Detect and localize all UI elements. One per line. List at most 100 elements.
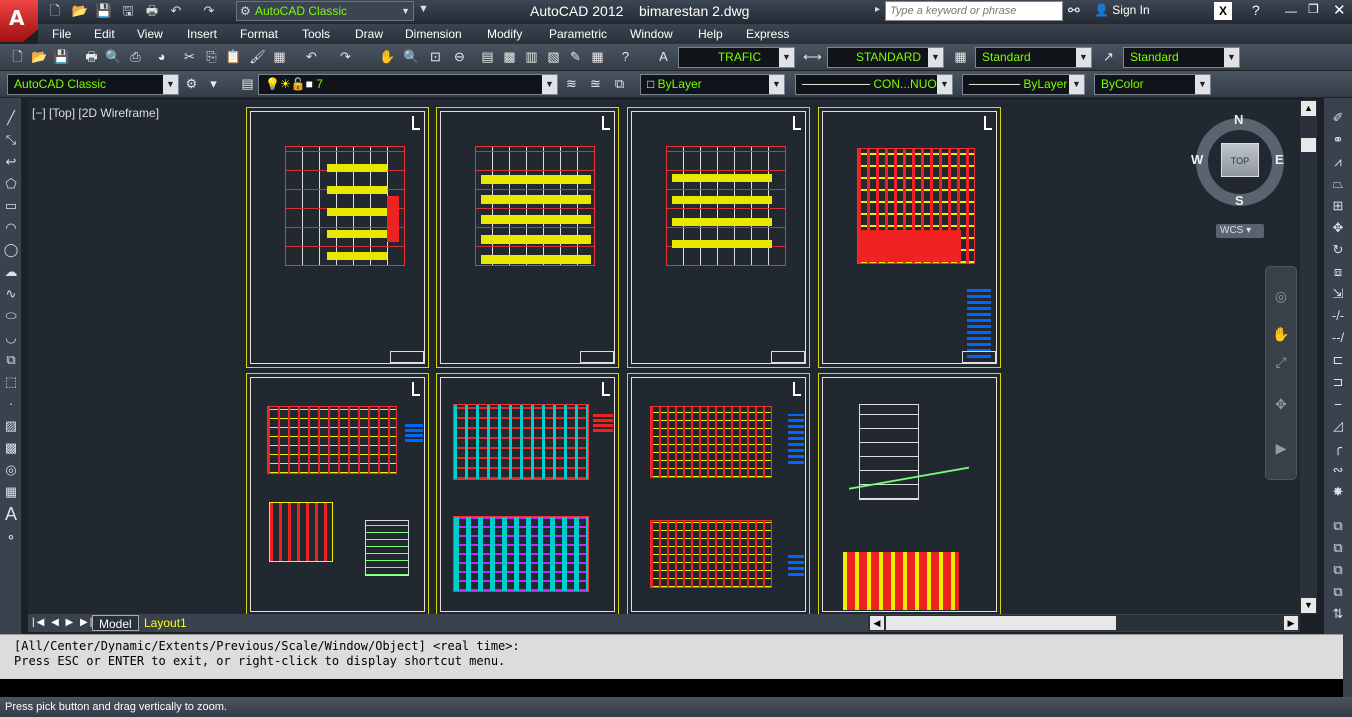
viewport-controls[interactable]: [−] [Top] [2D Wireframe] <box>32 106 159 120</box>
linetype-dropdown[interactable]: ──────── CON...NUOUS ▼ <box>795 74 953 95</box>
compass-south[interactable]: S <box>1235 193 1244 208</box>
sheet-set-icon[interactable]: ▧ <box>544 47 563 66</box>
zoom-previous-icon[interactable]: ⊖ <box>450 47 469 66</box>
new-file-icon[interactable]: 🗋 <box>46 2 64 20</box>
menu-express[interactable]: Express <box>746 27 789 41</box>
erase-icon[interactable]: ✐ <box>1328 108 1348 128</box>
close-button[interactable]: ✕ <box>1333 1 1346 19</box>
chamfer-icon[interactable]: ◿ <box>1328 416 1348 436</box>
gradient-icon[interactable]: ▩ <box>1 438 21 458</box>
offset-icon[interactable]: ⏢ <box>1328 174 1348 194</box>
table-style-dropdown[interactable]: Standard ▼ <box>975 47 1092 68</box>
layer-dropdown[interactable]: 💡☀🔓■ 7 ▼ <box>258 74 558 95</box>
zoom-window-icon[interactable]: ⊡ <box>426 47 445 66</box>
sign-in-link[interactable]: 👤 Sign In <box>1094 3 1150 17</box>
undo-icon[interactable]: ↶ <box>167 2 185 20</box>
table-style-icon[interactable]: ▦ <box>951 47 970 66</box>
draworder-back-icon[interactable]: ⧉ <box>1328 538 1348 558</box>
horizontal-scrollbar[interactable]: ◀ ▶ <box>868 615 1300 631</box>
menu-file[interactable]: File <box>52 27 71 41</box>
viewcube-top-face[interactable]: TOP <box>1221 143 1259 177</box>
plot-icon[interactable]: 🖶 <box>82 47 101 66</box>
text-style-icon[interactable]: A <box>654 47 673 66</box>
stretch-icon[interactable]: ⇲ <box>1328 284 1348 304</box>
break-at-point-icon[interactable]: ⊏ <box>1328 350 1348 370</box>
polygon-icon[interactable]: ⬠ <box>1 174 21 194</box>
ucs-menu[interactable]: WCS ▾ <box>1216 224 1264 238</box>
workspace-settings-icon[interactable]: ⚙ <box>182 74 201 93</box>
arc-icon[interactable]: ◠ <box>1 218 21 238</box>
save-icon[interactable]: 💾 <box>52 47 71 66</box>
zoom-realtime-icon[interactable]: 🔍 <box>402 47 421 66</box>
orbit-icon[interactable]: ✥ <box>1271 396 1291 416</box>
menu-view[interactable]: View <box>137 27 163 41</box>
undo-icon[interactable]: ↶ <box>302 47 321 66</box>
join-icon[interactable]: ⎯ <box>1328 394 1348 414</box>
region-icon[interactable]: ◎ <box>1 460 21 480</box>
construction-line-icon[interactable]: ⤡ <box>1 130 21 150</box>
menu-edit[interactable]: Edit <box>94 27 115 41</box>
save-as-icon[interactable]: 🖫 <box>119 2 137 20</box>
open-icon[interactable]: 📂 <box>30 47 49 66</box>
revcloud-icon[interactable]: ☁ <box>1 262 21 282</box>
tool-palettes-icon[interactable]: ▥ <box>522 47 541 66</box>
match-properties-icon[interactable]: 🖌 <box>248 47 267 66</box>
markup-icon[interactable]: ✎ <box>566 47 585 66</box>
tab-model[interactable]: Model <box>92 615 139 631</box>
layer-properties-icon[interactable]: ▤ <box>238 74 257 93</box>
steering-wheel-icon[interactable]: ◎ <box>1271 288 1291 308</box>
rectangle-icon[interactable]: ▭ <box>1 196 21 216</box>
expand-search-icon[interactable]: ▸ <box>875 4 880 15</box>
menu-modify[interactable]: Modify <box>487 27 522 41</box>
workspace-dropdown[interactable]: AutoCAD Classic ▼ <box>7 74 179 95</box>
tab-navigation-arrows[interactable]: |◀ ◀ ▶ ▶| <box>32 617 94 628</box>
break-icon[interactable]: ⊐ <box>1328 372 1348 392</box>
circle-icon[interactable]: ◯ <box>1 240 21 260</box>
tab-layout1[interactable]: Layout1 <box>138 615 193 631</box>
zoom-icon[interactable]: ⤢ <box>1271 354 1291 374</box>
search-input[interactable]: Type a keyword or phrase <box>885 1 1063 21</box>
mleader-style-dropdown[interactable]: Standard ▼ <box>1123 47 1240 68</box>
blend-curves-icon[interactable]: ∾ <box>1328 460 1348 480</box>
spline-icon[interactable]: ∿ <box>1 284 21 304</box>
maximize-button[interactable]: ❐ <box>1308 2 1319 16</box>
plot-icon[interactable]: 🖶 <box>143 2 161 20</box>
insert-block-icon[interactable]: ⧉ <box>1 350 21 370</box>
explode-icon[interactable]: ✸ <box>1328 482 1348 502</box>
mtext-icon[interactable]: A <box>1 504 21 524</box>
paste-icon[interactable]: 📋 <box>224 47 243 66</box>
minimize-button[interactable]: — <box>1285 4 1297 18</box>
properties-icon[interactable]: ▤ <box>478 47 497 66</box>
showmotion-icon[interactable]: ▶ <box>1271 440 1291 460</box>
array-icon[interactable]: ⊞ <box>1328 196 1348 216</box>
table-icon[interactable]: ▦ <box>1 482 21 502</box>
layer-previous-icon[interactable]: ≊ <box>586 74 605 93</box>
menu-tools[interactable]: Tools <box>302 27 330 41</box>
layer-state-icon[interactable]: ⧉ <box>610 74 629 93</box>
scroll-thumb[interactable] <box>1301 138 1316 152</box>
block-editor-icon[interactable]: ▦ <box>270 47 289 66</box>
calculator-icon[interactable]: ▦ <box>588 47 607 66</box>
text-style-dropdown[interactable]: TRAFIC ▼ <box>678 47 795 68</box>
draworder-above-icon[interactable]: ⧉ <box>1328 560 1348 580</box>
compass-west[interactable]: W <box>1191 152 1203 167</box>
move-icon[interactable]: ✥ <box>1328 218 1348 238</box>
make-current-layer-icon[interactable]: ≋ <box>562 74 581 93</box>
scroll-thumb[interactable] <box>886 616 1116 630</box>
design-center-icon[interactable]: ▩ <box>500 47 519 66</box>
draworder-under-icon[interactable]: ⧉ <box>1328 582 1348 602</box>
dim-style-icon[interactable]: ⟷ <box>803 47 822 66</box>
make-block-icon[interactable]: ⬚ <box>1 372 21 392</box>
customize-icon[interactable]: ▾ <box>204 74 223 93</box>
redo-icon[interactable]: ↷ <box>200 2 218 20</box>
scale-icon[interactable]: ⧈ <box>1328 262 1348 282</box>
point-icon[interactable]: · <box>1 394 21 414</box>
vertical-scrollbar[interactable]: ▲ ▼ <box>1300 100 1317 614</box>
command-scrollbar[interactable] <box>1343 634 1352 697</box>
add-selected-icon[interactable]: ⚬ <box>1 528 21 548</box>
command-input[interactable] <box>0 679 1343 697</box>
menu-insert[interactable]: Insert <box>187 27 217 41</box>
binoculars-icon[interactable]: ⚯ <box>1068 2 1080 19</box>
mleader-style-icon[interactable]: ↗ <box>1099 47 1118 66</box>
help-icon[interactable]: ? <box>616 47 635 66</box>
